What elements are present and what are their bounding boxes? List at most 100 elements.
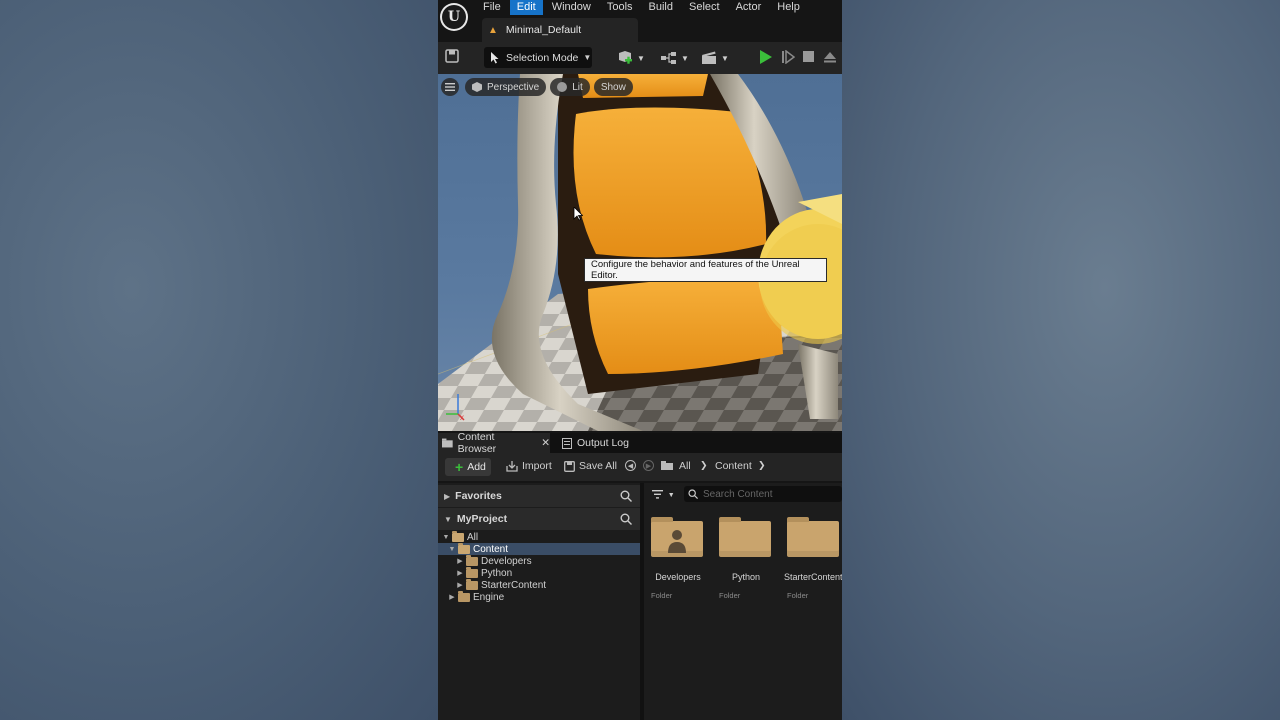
- edit-menu-tooltip: Configure the behavior and features of t…: [584, 258, 827, 282]
- menu-file[interactable]: File: [476, 0, 508, 15]
- lit-button[interactable]: Lit: [550, 78, 590, 96]
- import-button[interactable]: Import: [506, 460, 552, 472]
- collapsed-arrow-icon: ▶: [444, 491, 451, 501]
- sources-panel: ▶ Favorites ▼ MyProject ▼ All ▼ Content …: [438, 483, 640, 720]
- level-viewport[interactable]: Perspective Lit Show Configure the behav…: [438, 74, 842, 431]
- asset-type: Folder: [719, 591, 741, 600]
- folder-icon: [466, 554, 478, 566]
- breadcrumb-chevron-icon[interactable]: ❯: [758, 460, 766, 471]
- chevron-down-icon: ▼: [667, 492, 675, 499]
- content-browser-toolbar: + Add Import Save All ◀ ▶ All ❯ Content …: [438, 453, 842, 481]
- viewport-toolbar: Perspective Lit Show: [438, 78, 637, 96]
- tree-item-label: All: [467, 531, 479, 543]
- asset-tile-developers[interactable]: Developers Folder: [648, 515, 708, 600]
- search-icon[interactable]: [620, 513, 632, 525]
- project-label: MyProject: [456, 513, 508, 525]
- perspective-button[interactable]: Perspective: [465, 78, 547, 96]
- output-log-icon: [562, 437, 572, 449]
- tab-output-log-label: Output Log: [577, 437, 629, 449]
- collapsed-arrow-icon: ▶: [449, 594, 455, 601]
- breadcrumb-all[interactable]: All: [679, 460, 691, 472]
- import-label: Import: [522, 460, 552, 472]
- folder-icon: [466, 578, 478, 590]
- chevron-down-icon: ▼: [637, 53, 645, 63]
- advance-frame-icon[interactable]: [781, 50, 795, 64]
- tree-item-python[interactable]: ▶ Python: [438, 566, 640, 579]
- add-actor-button[interactable]: ▼: [616, 48, 645, 68]
- play-icon[interactable]: [760, 50, 772, 64]
- save-icon[interactable]: [445, 49, 459, 63]
- save-all-icon: [564, 460, 575, 472]
- filter-icon: [652, 489, 663, 499]
- history-back-button[interactable]: ◀: [625, 460, 636, 471]
- menu-build[interactable]: Build: [642, 0, 680, 15]
- select-cursor-icon: [491, 51, 499, 63]
- lit-label: Lit: [572, 81, 583, 93]
- project-header[interactable]: ▼ MyProject: [438, 508, 640, 530]
- sphere-icon: [557, 82, 568, 92]
- tree-item-developers[interactable]: ▶ Developers: [438, 554, 640, 567]
- tree-item-label: Python: [481, 567, 513, 579]
- folder-icon: [466, 566, 478, 578]
- asset-name: StarterContent: [784, 572, 842, 582]
- menu-bar: U File Edit Window Tools Build Select Ac…: [438, 0, 842, 44]
- unreal-logo-icon[interactable]: U: [440, 3, 468, 31]
- asset-tile-starter-content[interactable]: StarterContent Folder: [784, 515, 842, 600]
- asset-name: Python: [731, 572, 761, 582]
- main-menu: File Edit Window Tools Build Select Acto…: [476, 0, 809, 15]
- selection-mode-dropdown[interactable]: Selection Mode ▼: [484, 47, 592, 68]
- folder-open-icon: [452, 530, 464, 542]
- selection-mode-label: Selection Mode: [506, 51, 579, 64]
- background-left: [0, 0, 438, 720]
- filter-button[interactable]: ▼: [652, 489, 675, 500]
- blueprint-icon: [661, 52, 676, 64]
- main-toolbar: Selection Mode ▼ ▼ ▼ ▼: [438, 42, 842, 74]
- level-icon: ▲: [488, 24, 498, 36]
- tree-item-starter-content[interactable]: ▶ StarterContent: [438, 578, 640, 591]
- eject-icon[interactable]: [823, 50, 837, 64]
- menu-edit[interactable]: Edit: [509, 0, 543, 15]
- add-button[interactable]: + Add: [445, 458, 491, 476]
- menu-select[interactable]: Select: [682, 0, 727, 15]
- tree-item-engine[interactable]: ▶ Engine: [438, 590, 640, 603]
- show-button[interactable]: Show: [593, 78, 633, 96]
- expanded-arrow-icon: ▼: [442, 533, 450, 541]
- arrow-right-icon: ▶: [643, 460, 654, 471]
- menu-window[interactable]: Window: [545, 0, 598, 15]
- tree-item-all[interactable]: ▼ All: [438, 530, 640, 543]
- expanded-arrow-icon: ▼: [444, 514, 452, 524]
- folder-icon: [458, 590, 470, 602]
- level-tab[interactable]: ▲ Minimal_Default: [482, 18, 638, 42]
- tree-item-content[interactable]: ▼ Content: [438, 542, 640, 555]
- show-label: Show: [600, 81, 626, 93]
- breadcrumb-content[interactable]: Content: [715, 460, 752, 472]
- tab-output-log[interactable]: Output Log: [562, 433, 652, 453]
- svg-text:x: x: [460, 413, 464, 422]
- perspective-label: Perspective: [487, 81, 540, 93]
- save-all-button[interactable]: Save All: [564, 460, 617, 472]
- asset-type: Folder: [787, 591, 809, 600]
- asset-tile-python[interactable]: Python Folder: [716, 515, 776, 600]
- breadcrumb-chevron-icon: ❯: [700, 460, 708, 470]
- tab-content-browser[interactable]: Content Browser ✕: [438, 431, 550, 455]
- cinematics-button[interactable]: ▼: [700, 48, 729, 68]
- favorites-header[interactable]: ▶ Favorites: [438, 485, 640, 507]
- menu-tools[interactable]: Tools: [600, 0, 640, 15]
- developers-folder-icon: [651, 517, 703, 557]
- history-forward-button[interactable]: ▶: [643, 460, 654, 471]
- stop-icon[interactable]: [803, 51, 814, 62]
- axis-gizmo-icon: x: [446, 394, 465, 422]
- asset-view-panel: ▼ Developers Folder Python Folder Starte…: [644, 483, 842, 720]
- search-content-input[interactable]: [703, 488, 833, 500]
- unreal-editor-window: U File Edit Window Tools Build Select Ac…: [438, 0, 842, 720]
- search-content-field[interactable]: [684, 486, 842, 502]
- blueprint-button[interactable]: ▼: [660, 48, 689, 68]
- search-icon[interactable]: [620, 490, 632, 502]
- viewport-menu-icon[interactable]: [441, 78, 459, 96]
- menu-actor[interactable]: Actor: [729, 0, 769, 15]
- close-icon[interactable]: ✕: [541, 437, 550, 449]
- folder-open-icon: [458, 542, 470, 554]
- mouse-cursor-icon: [573, 207, 583, 221]
- menu-help[interactable]: Help: [770, 0, 807, 15]
- viewport-scene: [438, 74, 842, 431]
